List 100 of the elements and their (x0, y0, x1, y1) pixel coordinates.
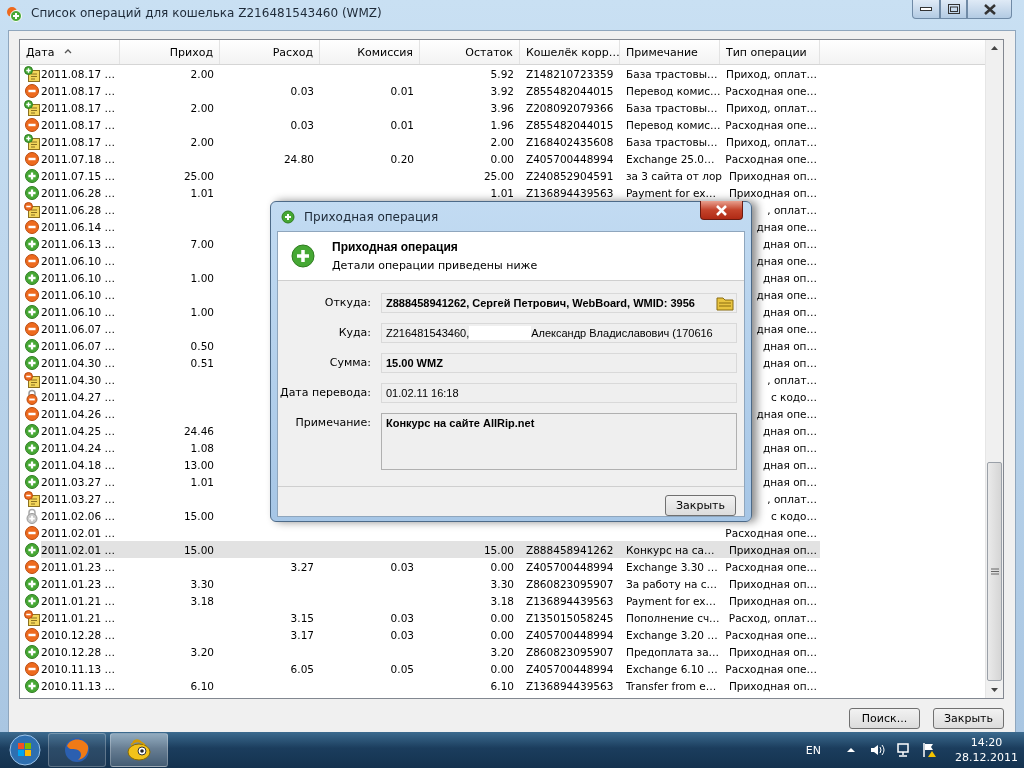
table-cell[interactable]: 2011.07.15 … (41, 167, 120, 184)
table-cell-text: дная оп… (763, 457, 818, 473)
column-header[interactable]: Комиссия (320, 40, 420, 64)
date-field[interactable]: 01.02.11 16:18 (381, 383, 737, 403)
table-cell[interactable]: 2011.04.18 … (41, 456, 120, 473)
table-cell-text: 0.00 (489, 627, 515, 643)
table-cell-text: Exchange 6.10 … (625, 661, 719, 677)
table-cell[interactable]: 2011.04.30 … (41, 371, 120, 388)
table-cell[interactable]: 2010.12.28 … (41, 626, 120, 643)
minimize-icon (920, 6, 932, 12)
field-label: Куда: (337, 325, 371, 341)
column-header[interactable]: Кошелёк корр… (520, 40, 620, 64)
table-cell-text: 0.00 (489, 610, 515, 626)
table-cell[interactable]: 2011.01.21 … (41, 592, 120, 609)
clock-date[interactable]: 28.12.2011 (955, 751, 1018, 764)
table-cell[interactable]: 2011.08.17 … (41, 116, 120, 133)
table-cell-text: Z240852904591 (525, 168, 615, 184)
column-header[interactable]: Остаток (420, 40, 520, 64)
table-cell[interactable]: 2011.06.28 … (41, 201, 120, 218)
table-cell-text: 0.50 (189, 338, 215, 354)
search-button[interactable]: Поиск... (849, 708, 920, 729)
column-header[interactable]: Расход (220, 40, 320, 64)
table-cell-text: 0.00 (489, 151, 515, 167)
table-cell[interactable]: 2011.04.30 … (41, 354, 120, 371)
table-cell-text: Z405700448994 (525, 559, 615, 575)
table-cell[interactable]: 2010.11.13 … (41, 660, 120, 677)
table-cell-text: Payment for ex… (625, 593, 718, 609)
table-cell-text: дная оп… (763, 440, 818, 456)
table-cell-text: дная опе… (756, 321, 818, 337)
column-header[interactable]: Дата (20, 40, 120, 64)
clock-time[interactable]: 14:20 (970, 736, 1003, 749)
table-cell[interactable]: 2011.06.28 … (41, 184, 120, 201)
start-button[interactable] (6, 733, 44, 767)
table-cell[interactable]: 2011.04.25 … (41, 422, 120, 439)
document-plus-icon (24, 65, 40, 82)
minimize-button[interactable] (912, 0, 940, 19)
flag-warning-icon[interactable] (921, 742, 937, 758)
minus-circle-icon (24, 286, 40, 303)
table-cell[interactable]: 2011.08.17 … (41, 99, 120, 116)
table-cell[interactable]: 2010.12.28 … (41, 643, 120, 660)
table-cell[interactable]: 2011.08.17 … (41, 133, 120, 150)
folder-icon[interactable] (716, 295, 734, 311)
network-icon[interactable] (895, 742, 911, 758)
plus-circle-icon (24, 269, 40, 286)
table-cell[interactable]: 2010.11.13 … (41, 677, 120, 694)
table-cell-text: с кодо… (770, 508, 818, 524)
maximize-button[interactable] (940, 0, 967, 19)
table-cell[interactable]: 2011.03.27 … (41, 473, 120, 490)
taskbar-button[interactable] (48, 733, 106, 767)
close-button[interactable]: Закрыть (933, 708, 1004, 729)
table-cell[interactable]: 2011.07.18 … (41, 150, 120, 167)
close-button[interactable] (700, 201, 743, 220)
close-button[interactable]: Закрыть (665, 495, 736, 516)
plus-circle-icon (24, 592, 40, 609)
table-cell-text: Приходная оп… (728, 576, 818, 592)
table-cell[interactable]: 2011.01.21 … (41, 609, 120, 626)
table-cell-text: 6.10 (189, 678, 215, 694)
table-cell[interactable]: 2011.06.10 … (41, 269, 120, 286)
column-header[interactable]: Примечание (620, 40, 720, 64)
table-cell[interactable]: 2011.02.01 … (41, 541, 120, 558)
table-cell-text: База трастовы… (625, 66, 719, 82)
scroll-thumb[interactable] (987, 462, 1002, 681)
table-cell-text: Расходная опе… (725, 117, 818, 133)
table-cell[interactable]: 2011.06.14 … (41, 218, 120, 235)
note-field[interactable]: Конкурс на сайте AllRip.net (381, 413, 737, 470)
table-cell[interactable]: 2011.04.26 … (41, 405, 120, 422)
table-cell[interactable]: 2011.04.27 … (41, 388, 120, 405)
table-cell[interactable]: 2011.08.17 … (41, 65, 120, 82)
table-cell[interactable]: 2011.06.13 … (41, 235, 120, 252)
table-cell[interactable]: 2011.02.06 … (41, 507, 120, 524)
table-cell-text: 25.00 (482, 168, 515, 184)
table-cell-text: 1.00 (189, 270, 215, 286)
table-cell-text: за 3 сайта от лор (625, 168, 720, 184)
table-cell[interactable]: 2011.02.01 … (41, 524, 120, 541)
amount-field[interactable]: 15.00 WMZ (381, 353, 737, 373)
table-cell[interactable]: 2011.01.23 … (41, 575, 120, 592)
table-cell-text: Z208092079366 (525, 100, 615, 116)
table-cell[interactable]: 2011.08.17 … (41, 82, 120, 99)
close-button[interactable] (967, 0, 1012, 19)
table-cell[interactable]: 2011.06.10 … (41, 286, 120, 303)
table-cell-text: Расходная опе… (725, 151, 818, 167)
table-cell[interactable]: 2011.04.24 … (41, 439, 120, 456)
plus-circle-icon (291, 244, 315, 268)
table-cell-text: Приходная оп… (728, 593, 818, 609)
table-cell-text: Приход, оплат… (726, 134, 818, 150)
table-cell[interactable]: 2011.01.23 … (41, 558, 120, 575)
sender-field[interactable]: Z888458941262, Сергей Петрович, WebBoard, WMID: 3956 (381, 293, 737, 313)
table-cell[interactable]: 2011.06.07 … (41, 320, 120, 337)
table-cell-text: Расходная опе… (725, 83, 818, 99)
column-header[interactable]: Тип операции (720, 40, 820, 64)
scrollbar[interactable] (985, 40, 1003, 698)
speaker-icon[interactable] (869, 742, 885, 758)
table-cell[interactable]: 2011.06.10 … (41, 303, 120, 320)
table-cell[interactable]: 2011.06.07 … (41, 337, 120, 354)
recipient-field[interactable]: Z216481543460, Александр Владиславович (170616 (381, 323, 737, 343)
table-cell[interactable]: 2011.03.27 … (41, 490, 120, 507)
table-cell[interactable]: 2011.06.10 … (41, 252, 120, 269)
language-indicator[interactable]: EN (805, 743, 821, 757)
taskbar-button[interactable] (110, 733, 168, 767)
column-header[interactable]: Приход (120, 40, 220, 64)
